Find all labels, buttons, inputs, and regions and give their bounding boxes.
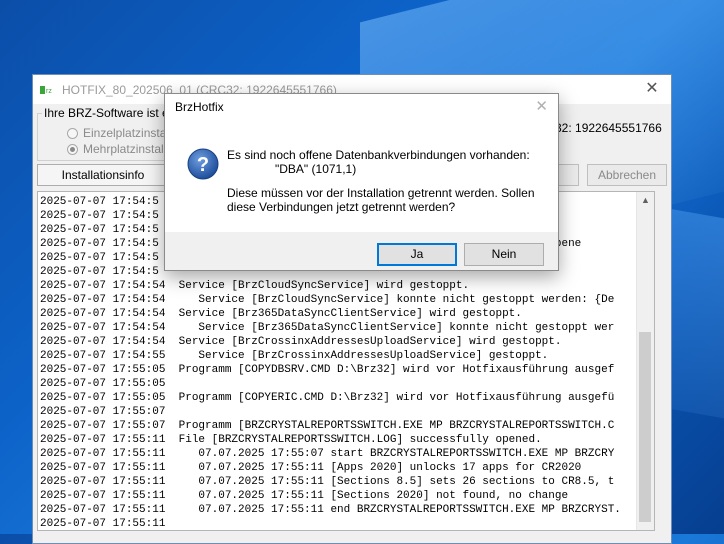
log-line: 2025-07-07 17:55:11 07.07.2025 17:55:11 … [40, 462, 582, 474]
question-icon: ? [187, 148, 219, 180]
no-button[interactable]: Nein [464, 243, 544, 266]
log-line: 2025-07-07 17:54:54 Service [Brz365DataS… [40, 308, 522, 320]
log-line: 2025-07-07 17:54:54 Service [Brz365DataS… [40, 322, 615, 334]
log-line: 2025-07-07 17:54:55 Service [BrzCrossinx… [40, 350, 549, 362]
radio-label: Mehrplatzinstalla [83, 142, 174, 156]
log-line: 2025-07-07 17:55:11 07.07.2025 17:55:11 … [40, 490, 569, 502]
vertical-scrollbar[interactable]: ▲ [636, 192, 654, 530]
yes-button[interactable]: Ja [377, 243, 457, 266]
confirm-dialog: BrzHotfix ✕ ? Es sind noch offene Datenb… [164, 93, 559, 271]
dialog-message-line-2: "DBA" (1071,1) [275, 162, 357, 176]
dialog-message-line-4: diese Verbindungen jetzt getrennt werden… [227, 200, 456, 214]
crc-label: 32: 1922645551766 [555, 121, 662, 135]
log-line: 2025-07-07 17:55:05 Programm [COPYDBSRV.… [40, 364, 615, 376]
radio-button[interactable] [67, 143, 78, 155]
brz-logo-icon: rz [40, 84, 56, 96]
log-line: 2025-07-07 17:55:11 File [BRZCRYSTALREPO… [40, 434, 542, 446]
radio-label: Einzelplatzinstall [83, 126, 172, 140]
log-line: 2025-07-07 17:55:11 07.07.2025 17:55:07 … [40, 448, 615, 460]
log-line: 2025-07-07 17:54:54 Service [BrzCloudSyn… [40, 294, 615, 306]
log-line: 2025-07-07 17:55:07 Programm [BRZCRYSTAL… [40, 420, 615, 432]
scroll-thumb[interactable] [639, 332, 651, 522]
log-line: 2025-07-07 17:55:11 [40, 518, 166, 530]
log-line: 2025-07-07 17:55:07 [40, 406, 166, 418]
log-line: 2025-07-07 17:54:5 [40, 266, 159, 278]
log-line: 2025-07-07 17:54:54 Service [BrzCloudSyn… [40, 280, 470, 292]
dialog-message-line-3: Diese müssen vor der Installation getren… [227, 186, 535, 200]
svg-text:?: ? [197, 154, 209, 176]
close-icon[interactable]: ✕ [642, 79, 662, 99]
cancel-button[interactable]: Abbrechen [587, 164, 667, 186]
log-line: 2025-07-07 17:54:5 [40, 210, 159, 222]
close-icon[interactable]: ✕ [535, 97, 548, 115]
tab-installationsinfo[interactable]: Installationsinfo [37, 164, 169, 186]
dialog-message-line-1: Es sind noch offene Datenbankverbindunge… [227, 148, 530, 162]
svg-text:rz: rz [46, 88, 52, 95]
log-line: 2025-07-07 17:54:5 [40, 224, 159, 236]
scroll-up-icon[interactable]: ▲ [637, 192, 654, 209]
log-line: 2025-07-07 17:55:11 07.07.2025 17:55:11 … [40, 476, 615, 488]
log-line: 2025-07-07 17:55:05 [40, 378, 166, 390]
log-line: 2025-07-07 17:54:54 Service [BrzCrossinx… [40, 336, 562, 348]
radio-single-install[interactable]: Einzelplatzinstall [67, 126, 172, 140]
group-label: Ihre BRZ-Software ist ein [42, 106, 181, 120]
log-line: 2025-07-07 17:55:11 07.07.2025 17:55:11 … [40, 504, 621, 516]
radio-button[interactable] [67, 127, 78, 139]
log-line: 2025-07-07 17:54:5 [40, 196, 159, 208]
log-line: 2025-07-07 17:54:5 [40, 252, 159, 264]
log-line: 2025-07-07 17:55:05 Programm [COPYERIC.C… [40, 392, 615, 404]
dialog-title: BrzHotfix [175, 100, 224, 114]
radio-multi-install[interactable]: Mehrplatzinstalla [67, 142, 173, 156]
